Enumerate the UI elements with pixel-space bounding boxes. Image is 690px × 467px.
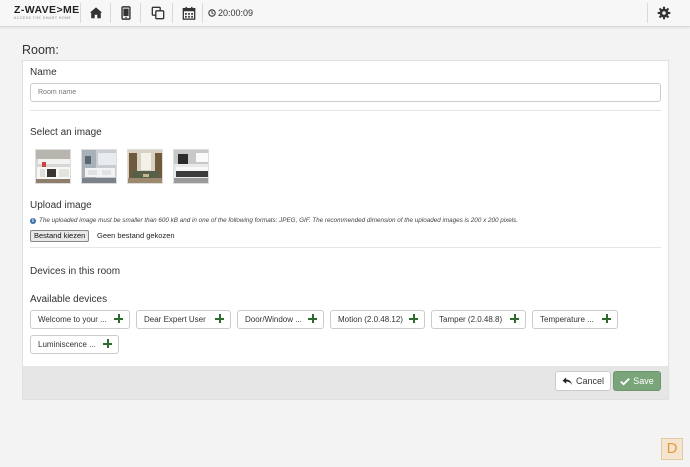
navbar-divider <box>172 3 173 23</box>
navbar-divider <box>110 3 111 23</box>
living-room-image <box>128 150 162 183</box>
device-chip-label: Motion (2.0.48.12) <box>338 315 403 324</box>
check-icon <box>620 377 631 386</box>
page-title: Room: <box>22 43 59 57</box>
calendar-icon[interactable] <box>182 6 196 20</box>
kitchen-image <box>36 150 70 183</box>
clock-icon <box>208 9 216 17</box>
device-chip-label: Dear Expert User <box>144 315 206 324</box>
navbar-divider <box>140 3 141 23</box>
upload-info-text: The uploaded image must be smaller than … <box>39 217 519 224</box>
cancel-label: Cancel <box>575 376 604 386</box>
device-chip-temperature[interactable]: Temperature ... <box>532 310 618 329</box>
upload-info: i The uploaded image must be smaller tha… <box>30 217 518 224</box>
room-name-input[interactable] <box>30 83 661 102</box>
device-chip-door-window[interactable]: Door/Window ... <box>237 310 324 329</box>
navbar-divider <box>647 3 648 23</box>
name-label: Name <box>30 67 57 78</box>
logo-text: Z-WAVE>ME <box>14 4 80 16</box>
undo-arrow-icon <box>562 376 572 385</box>
room-form-panel: Name Select an image <box>22 60 669 400</box>
plus-icon[interactable] <box>602 314 611 323</box>
tablet-icon[interactable] <box>119 6 133 20</box>
device-chip-label: Tamper (2.0.48.8) <box>439 315 503 324</box>
device-chip-tamper[interactable]: Tamper (2.0.48.8) <box>431 310 526 329</box>
corner-badge[interactable]: D <box>661 438 683 460</box>
device-chip-luminiscence[interactable]: Luminiscence ... <box>30 335 119 354</box>
gear-icon[interactable] <box>657 6 671 20</box>
section-divider <box>30 247 661 248</box>
navbar-divider <box>80 3 81 23</box>
zwave-me-logo[interactable]: Z-WAVE>ME ACCESS THE SMART HOME <box>14 4 84 21</box>
plus-icon[interactable] <box>114 314 123 323</box>
plus-icon[interactable] <box>510 314 519 323</box>
device-chip-dear-expert-user[interactable]: Dear Expert User <box>136 310 231 329</box>
plus-icon[interactable] <box>409 314 418 323</box>
plus-icon[interactable] <box>103 339 112 348</box>
upload-image-label: Upload image <box>30 200 92 211</box>
clock-time: 20:00:09 <box>218 8 254 18</box>
plus-icon[interactable] <box>308 314 317 323</box>
room-image-option-kitchen[interactable] <box>35 149 71 184</box>
room-form-body: Name Select an image <box>23 61 668 366</box>
room-image-option-bedroom[interactable] <box>173 149 209 184</box>
device-chip-label: Welcome to your ... <box>38 315 107 324</box>
section-divider <box>30 110 661 111</box>
bedroom-image <box>174 150 208 183</box>
room-image-option-bathroom[interactable] <box>81 149 117 184</box>
device-chip-label: Luminiscence ... <box>38 340 96 349</box>
devices-in-room-label: Devices in this room <box>30 266 121 277</box>
info-icon: i <box>30 217 36 224</box>
room-image-option-living-room[interactable] <box>127 149 163 184</box>
select-image-label: Select an image <box>30 127 102 138</box>
form-footer: Cancel Save <box>23 366 668 399</box>
save-button[interactable]: Save <box>613 371 661 391</box>
top-navbar: Z-WAVE>ME ACCESS THE SMART HOME 20:00:09 <box>0 0 690 27</box>
bathroom-image <box>82 150 116 183</box>
navbar-divider <box>202 3 203 23</box>
cancel-button[interactable]: Cancel <box>555 371 611 391</box>
clock: 20:00:09 <box>208 8 253 18</box>
device-chip-welcome[interactable]: Welcome to your ... <box>30 310 130 329</box>
device-chip-motion[interactable]: Motion (2.0.48.12) <box>330 310 425 329</box>
choose-file-button[interactable]: Bestand kiezen <box>30 230 90 242</box>
file-status: Geen bestand gekozen <box>97 231 175 240</box>
device-chip-label: Door/Window ... <box>245 315 302 324</box>
home-icon[interactable] <box>89 6 103 20</box>
save-label: Save <box>633 376 654 386</box>
plus-icon[interactable] <box>215 314 224 323</box>
image-picker <box>35 149 209 184</box>
device-chip-label: Temperature ... <box>540 315 594 324</box>
available-devices-label: Available devices <box>30 294 108 305</box>
copy-icon[interactable] <box>151 6 165 20</box>
logo-subtext: ACCESS THE SMART HOME <box>14 16 72 20</box>
